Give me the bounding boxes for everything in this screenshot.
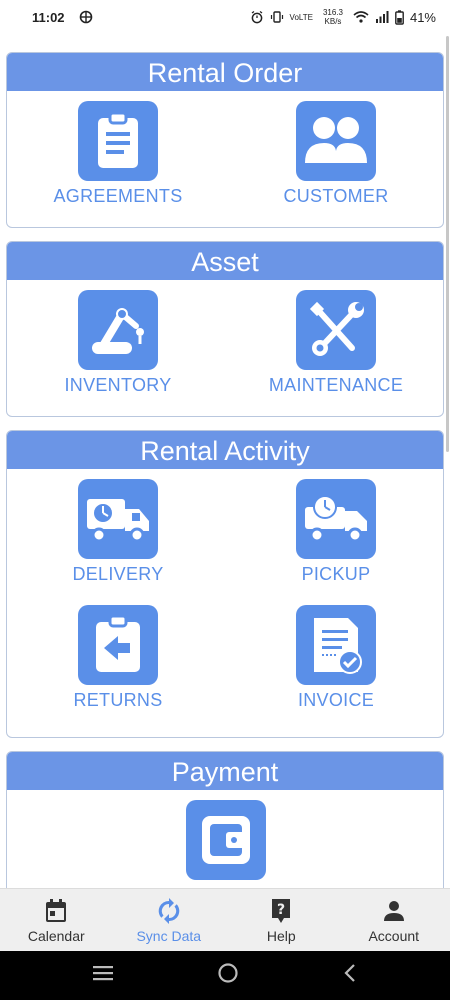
section-title: Asset xyxy=(7,242,443,280)
battery-percent: 41% xyxy=(409,9,436,25)
returns-clipboard-arrow-icon xyxy=(78,605,158,685)
scrollbar-thumb[interactable] xyxy=(446,36,449,452)
back-chevron-icon xyxy=(344,964,356,982)
nav-sync-label: Sync Data xyxy=(136,928,202,944)
nav-help[interactable]: ? Help xyxy=(225,889,338,951)
payment-wallet-button[interactable] xyxy=(126,800,326,880)
pickup-button[interactable]: PICKUP xyxy=(236,479,436,585)
vpn-globe-icon xyxy=(79,10,92,24)
customer-button[interactable]: CUSTOMER xyxy=(236,101,436,207)
section-title: Payment xyxy=(7,752,443,790)
status-time: 11:02 xyxy=(32,9,65,25)
nav-account[interactable]: Account xyxy=(338,889,450,951)
network-speed: 316.3 KB/s xyxy=(322,8,343,26)
delivery-button[interactable]: DELIVERY xyxy=(18,479,218,585)
delivery-truck-clock-icon xyxy=(78,479,158,559)
section-rental-order: Rental Order AGREEMENTS CUSTOMER xyxy=(6,52,444,228)
inventory-robot-arm-icon xyxy=(78,290,158,370)
sync-icon xyxy=(113,897,226,925)
back-button[interactable] xyxy=(342,963,358,988)
system-navigation-bar xyxy=(0,951,450,1000)
nav-calendar[interactable]: Calendar xyxy=(0,889,113,951)
returns-label: RETURNS xyxy=(73,690,163,710)
maintenance-button[interactable]: MAINTENANCE xyxy=(236,290,436,396)
calendar-icon xyxy=(0,897,113,925)
invoice-label: INVOICE xyxy=(297,690,375,710)
customer-group-icon xyxy=(296,101,376,181)
account-icon xyxy=(338,897,450,925)
agreements-clipboard-icon xyxy=(78,101,158,181)
inventory-label: INVENTORY xyxy=(64,375,172,395)
payment-wallet-icon xyxy=(186,800,266,880)
nav-account-label: Account xyxy=(368,928,420,944)
home-button[interactable] xyxy=(217,962,239,989)
section-payment: Payment xyxy=(6,751,444,888)
delivery-label: DELIVERY xyxy=(72,564,164,584)
section-rental-activity: Rental Activity DELIVERY PICKUP RETURNS … xyxy=(6,430,444,738)
agreements-label: AGREEMENTS xyxy=(53,186,183,206)
network-type: VoLTE xyxy=(289,12,313,22)
svg-text:?: ? xyxy=(277,902,285,918)
vibrate-icon xyxy=(270,11,283,23)
alarm-icon xyxy=(251,10,262,24)
maintenance-label: MAINTENANCE xyxy=(268,375,404,395)
maintenance-tools-icon xyxy=(296,290,376,370)
inventory-button[interactable]: INVENTORY xyxy=(18,290,218,396)
pickup-truck-icon xyxy=(296,479,376,559)
help-icon: ? xyxy=(225,897,338,925)
invoice-document-check-icon xyxy=(296,605,376,685)
bottom-navigation: Calendar Sync Data ? Help Account xyxy=(0,888,450,951)
nav-sync-data[interactable]: Sync Data xyxy=(113,889,226,951)
section-title: Rental Order xyxy=(7,53,443,91)
status-bar: 11:02 VoLTE 316.3 KB/s 41% xyxy=(0,0,450,34)
dashboard-content[interactable]: Rental Order AGREEMENTS CUSTOMER Asset I… xyxy=(0,34,450,888)
signal-icon xyxy=(375,11,389,23)
section-asset: Asset INVENTORY MAINTENANCE xyxy=(6,241,444,417)
section-title: Rental Activity xyxy=(7,431,443,469)
customer-label: CUSTOMER xyxy=(283,186,389,206)
wifi-icon xyxy=(353,11,369,23)
nav-help-label: Help xyxy=(266,928,296,944)
recent-apps-button[interactable] xyxy=(92,964,114,987)
status-right-group: VoLTE 316.3 KB/s 41% xyxy=(250,8,436,26)
nav-calendar-label: Calendar xyxy=(27,928,85,944)
agreements-button[interactable]: AGREEMENTS xyxy=(18,101,218,207)
pickup-label: PICKUP xyxy=(301,564,371,584)
invoice-button[interactable]: INVOICE xyxy=(236,605,436,711)
home-circle-icon xyxy=(218,963,238,983)
returns-button[interactable]: RETURNS xyxy=(18,605,218,711)
battery-icon xyxy=(395,9,404,25)
menu-lines-icon xyxy=(92,966,113,981)
